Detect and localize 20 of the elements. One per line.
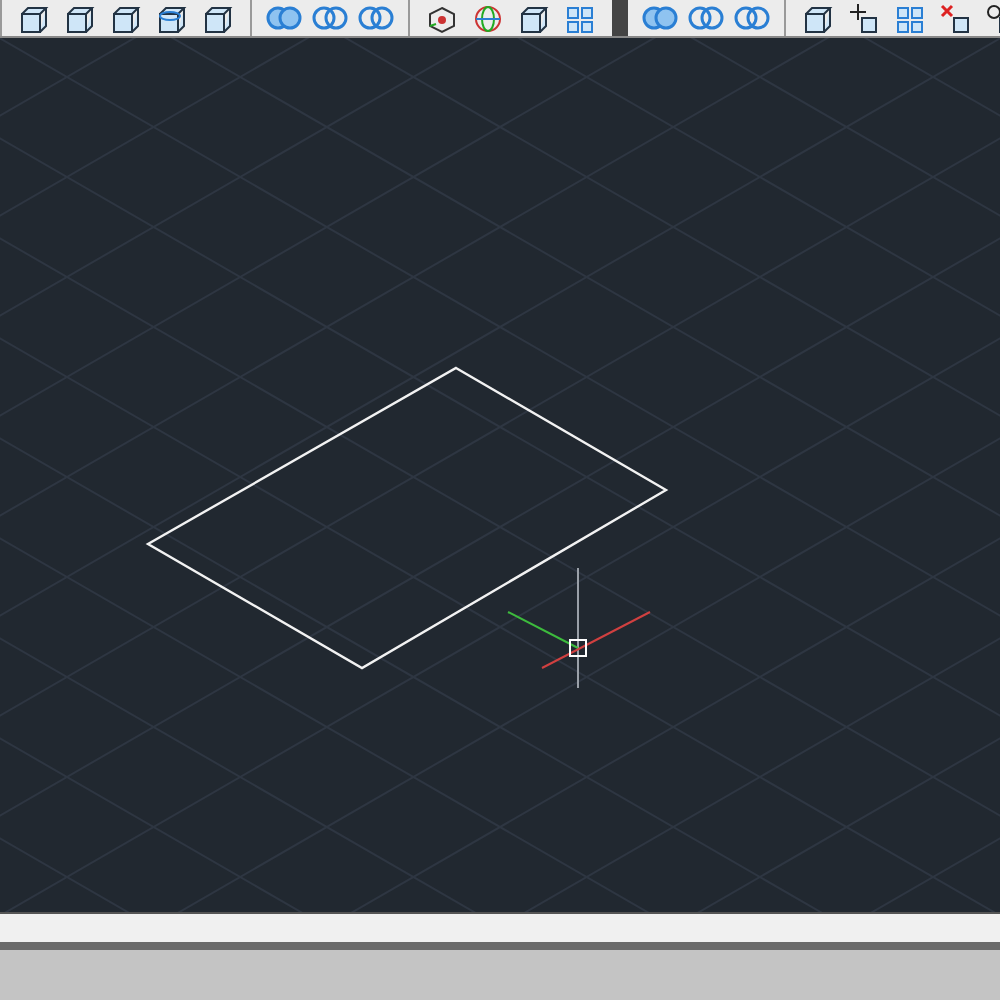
move-cube-icon (848, 3, 880, 33)
overlapping-rings-icon (734, 6, 770, 30)
overlapping-rings-icon (688, 6, 724, 30)
cube-grid-icon (564, 3, 596, 33)
cube-grid-icon (894, 3, 926, 33)
cube-icon (110, 3, 142, 33)
overlapping-rings-icon (266, 6, 302, 30)
overlapping-rings-icon (642, 6, 678, 30)
overlapping-rings-icon (358, 6, 394, 30)
delete-cube-icon (940, 3, 972, 33)
cube-icon (18, 3, 50, 33)
crosshair-cursor (507, 567, 651, 689)
cube-icon (518, 3, 550, 33)
cube-icon (202, 3, 234, 33)
cube-icon (64, 3, 96, 33)
cube-icon (156, 3, 188, 33)
globe-icon (472, 3, 504, 33)
overlapping-rings-icon (312, 6, 348, 30)
cube-icon (802, 3, 834, 33)
gizmo-icon (426, 3, 458, 33)
